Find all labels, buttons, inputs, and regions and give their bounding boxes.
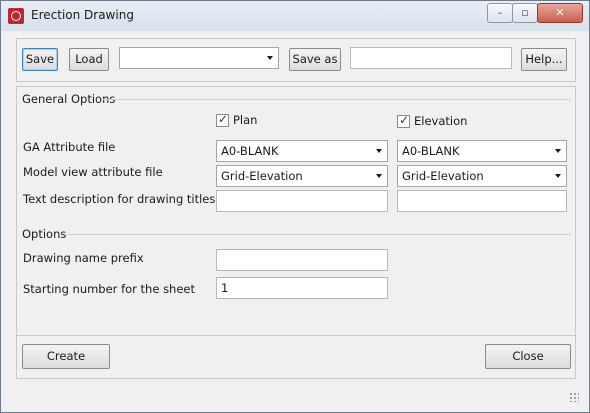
plan-model-view-value: Grid-Elevation: [221, 169, 303, 183]
elevation-checkbox[interactable]: [397, 113, 410, 128]
plan-model-view-select[interactable]: Grid-Elevation: [216, 165, 388, 187]
create-button[interactable]: Create: [22, 344, 110, 369]
erection-drawing-dialog: Erection Drawing – ▫ ✕ Save Load Save as…: [0, 0, 590, 413]
help-button[interactable]: Help...: [521, 48, 567, 71]
description-label: Text description for drawing titles: [23, 192, 216, 206]
drawing-prefix-input[interactable]: [216, 249, 388, 271]
options-heading: Options: [22, 227, 67, 241]
dropdown-arrow-icon: [555, 149, 561, 153]
options-divider: [67, 234, 571, 235]
plan-description-input[interactable]: [216, 190, 388, 212]
app-icon: [8, 8, 24, 24]
general-options-heading: General Options: [22, 92, 116, 106]
plan-label: Plan: [233, 113, 258, 127]
plan-ga-attribute-value: A0-BLANK: [221, 144, 279, 158]
maximize-icon: ▫: [521, 6, 529, 19]
dialog-client-area: Save Load Save as Help... General Option…: [8, 31, 582, 405]
close-icon: ✕: [555, 6, 565, 19]
close-window-button[interactable]: ✕: [537, 3, 583, 23]
elevation-ga-attribute-select[interactable]: A0-BLANK: [397, 140, 567, 162]
ga-attribute-label: GA Attribute file: [23, 140, 116, 154]
general-options-divider: [103, 99, 571, 100]
save-button[interactable]: Save: [22, 48, 58, 71]
elevation-model-view-select[interactable]: Grid-Elevation: [397, 165, 567, 187]
save-as-name-input[interactable]: [350, 47, 512, 69]
window-title: Erection Drawing: [31, 8, 134, 22]
elevation-description-input[interactable]: [397, 190, 567, 212]
toolbar-panel: Save Load Save as Help...: [16, 38, 576, 82]
plan-ga-attribute-select[interactable]: A0-BLANK: [216, 140, 388, 162]
prefix-label: Drawing name prefix: [23, 251, 144, 265]
minimize-icon: –: [497, 6, 503, 19]
save-as-button[interactable]: Save as: [289, 48, 341, 71]
resize-grip-icon[interactable]: [569, 392, 579, 402]
dropdown-arrow-icon: [376, 174, 382, 178]
elevation-label: Elevation: [414, 114, 468, 128]
maximize-button[interactable]: ▫: [512, 3, 538, 23]
plan-checkbox[interactable]: [216, 112, 229, 127]
preset-select[interactable]: [119, 47, 279, 69]
options-panel: General Options Plan Elevation GA Attrib…: [16, 86, 576, 339]
elevation-model-view-value: Grid-Elevation: [402, 169, 484, 183]
dropdown-arrow-icon: [376, 149, 382, 153]
starting-number-input[interactable]: 1: [216, 277, 388, 299]
dropdown-arrow-icon: [555, 174, 561, 178]
footer-panel: Create Close: [16, 335, 576, 379]
dropdown-arrow-icon: [267, 56, 273, 60]
minimize-button[interactable]: –: [487, 3, 513, 23]
title-bar[interactable]: Erection Drawing – ▫ ✕: [1, 1, 589, 31]
elevation-ga-attribute-value: A0-BLANK: [402, 144, 460, 158]
load-button[interactable]: Load: [69, 48, 109, 71]
model-view-attribute-label: Model view attribute file: [23, 165, 163, 179]
starting-number-label: Starting number for the sheet: [23, 282, 196, 296]
close-button[interactable]: Close: [485, 344, 571, 369]
